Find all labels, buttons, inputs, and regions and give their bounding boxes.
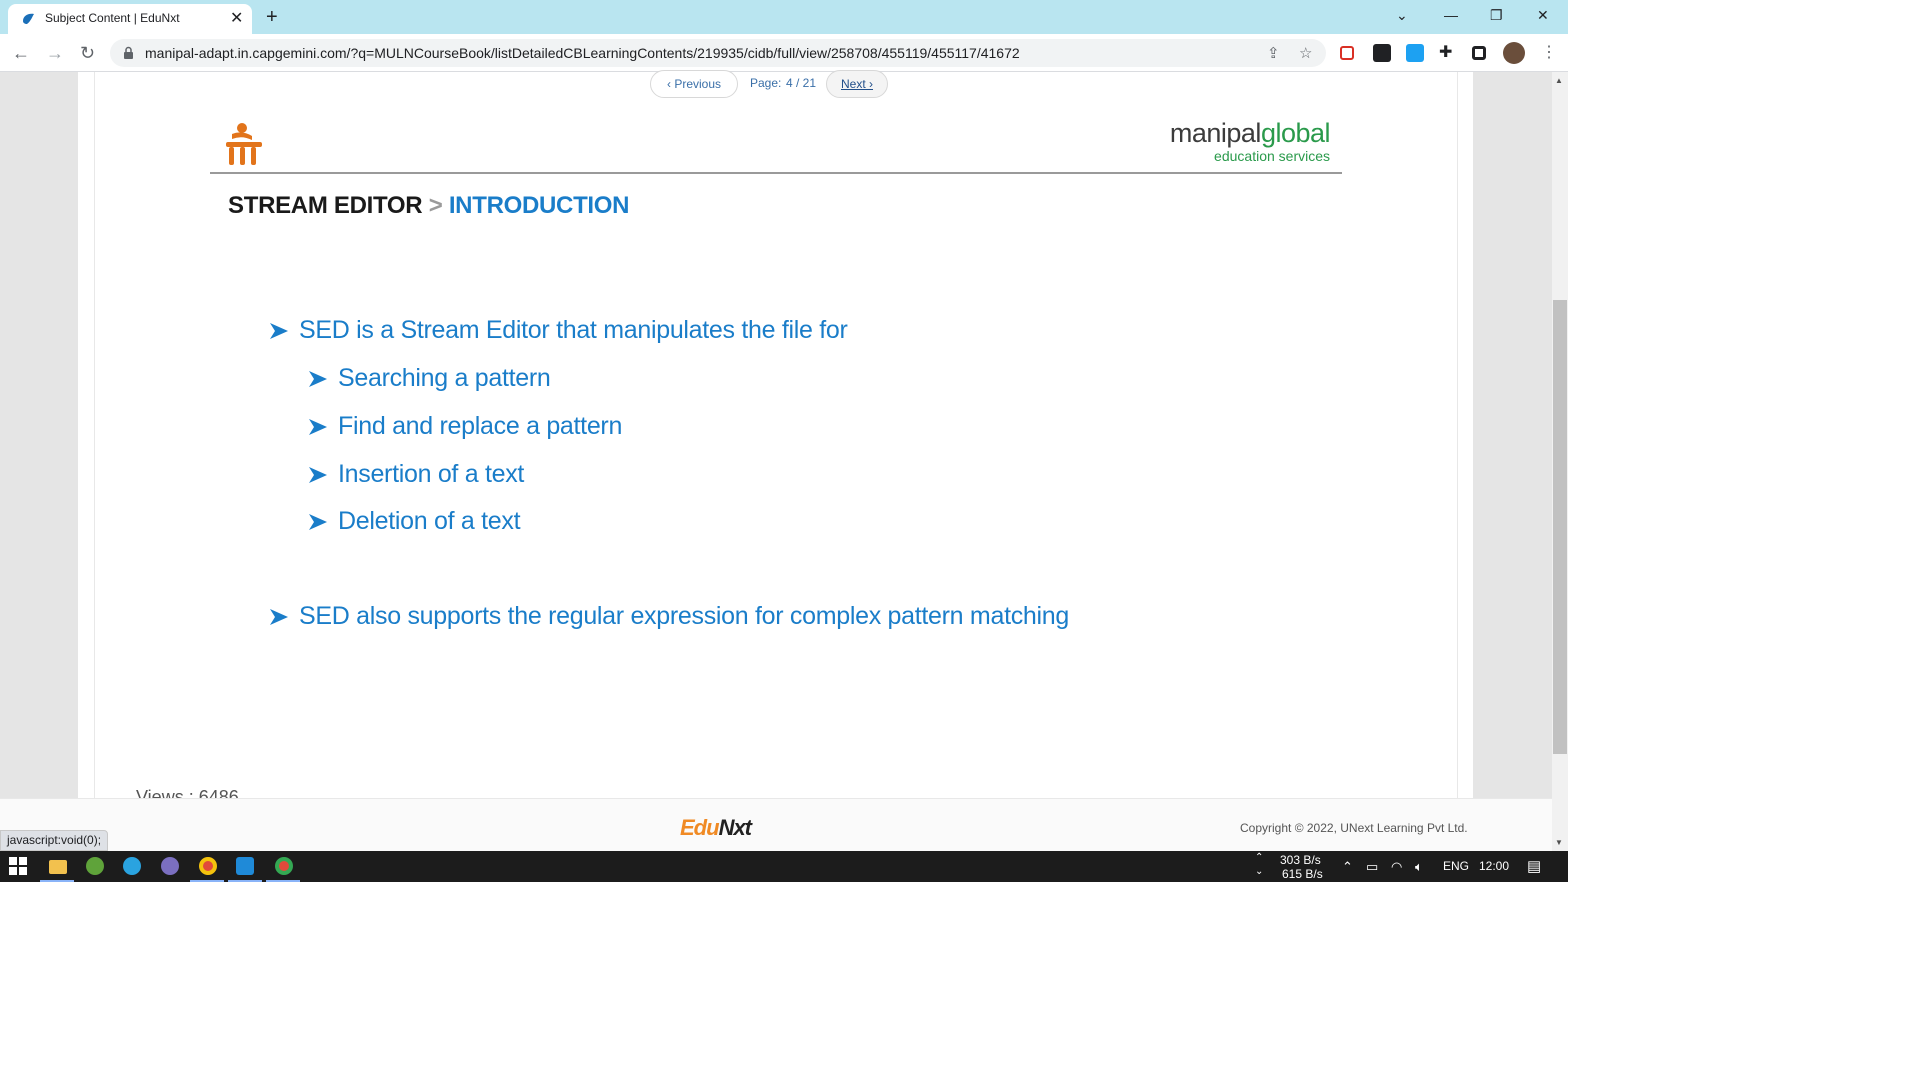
- clock[interactable]: 12:00: [1479, 859, 1509, 873]
- tray-up-chevron: ⌃: [1255, 852, 1264, 863]
- slide-heading: STREAM EDITOR > INTRODUCTION: [228, 192, 630, 220]
- window-close-icon[interactable]: ✕: [1537, 4, 1549, 26]
- plus-icon[interactable]: +: [266, 4, 278, 30]
- page-label: Page:: [750, 76, 782, 90]
- forward-icon[interactable]: →: [46, 42, 64, 64]
- status-bubble: javascript:void(0);: [0, 830, 109, 851]
- wifi-icon[interactable]: ◠: [1391, 859, 1402, 875]
- arrow-bullet-icon: [309, 371, 327, 387]
- scrollbar-thumb[interactable]: [1553, 300, 1567, 754]
- active-indicator: [40, 880, 74, 882]
- bullet-item: SED is a Stream Editor that manipulates …: [299, 316, 848, 344]
- scroll-down-icon[interactable]: ▼: [1555, 838, 1563, 847]
- volume-icon[interactable]: 🔈︎: [1415, 859, 1423, 875]
- chevron-down-icon[interactable]: ⌄: [1396, 4, 1408, 26]
- chevron-up-icon[interactable]: ⌃: [1342, 859, 1353, 875]
- taskbar: ⌃ ⌄ 303 B/s 615 B/s ⌃ ▭ ◠ 🔈︎ ENG 12:00 ▤: [0, 851, 1568, 882]
- s-extension-icon[interactable]: [1406, 44, 1424, 62]
- net-upload: 303 B/s: [1280, 853, 1321, 867]
- heading-subtopic: INTRODUCTION: [448, 192, 630, 219]
- app-icon[interactable]: [86, 857, 104, 875]
- sidebar-icon[interactable]: [1472, 46, 1486, 60]
- tray-down-chevron: ⌄: [1255, 866, 1264, 877]
- arrow-bullet-icon: [309, 467, 327, 483]
- minimize-icon[interactable]: —: [1444, 4, 1458, 26]
- views-count: Views : 6486: [136, 787, 239, 798]
- sub-bullet-item: Insertion of a text: [338, 460, 525, 488]
- active-indicator: [266, 880, 300, 882]
- address-bar[interactable]: manipal-adapt.in.capgemini.com/?q=MULNCo…: [110, 39, 1326, 67]
- telegram-icon[interactable]: [123, 857, 141, 875]
- arrow-bullet-icon: [270, 323, 288, 339]
- battery-icon[interactable]: ▭: [1366, 859, 1378, 875]
- logo-part-a: Edu: [680, 815, 720, 840]
- close-icon[interactable]: ✕: [230, 9, 243, 29]
- bullet-item: SED also supports the regular expression…: [299, 602, 1069, 630]
- brand-subtitle: education services: [1214, 148, 1330, 164]
- arrow-bullet-icon: [309, 419, 327, 435]
- edunxt-favicon: [23, 13, 34, 24]
- scroll-up-icon[interactable]: ▲: [1555, 76, 1563, 85]
- heading-separator: >: [428, 192, 443, 219]
- brand-main-b: global: [1260, 118, 1331, 148]
- arrow-bullet-icon: [270, 609, 288, 625]
- reload-icon[interactable]: ↻: [80, 42, 95, 64]
- page-indicator: 4 / 21: [786, 76, 817, 90]
- sub-bullet-item: Find and replace a pattern: [338, 412, 623, 440]
- app-icon[interactable]: [161, 857, 179, 875]
- next-button[interactable]: Next ›: [826, 70, 888, 98]
- avatar[interactable]: [1503, 42, 1525, 64]
- browser-tab-strip: Subject Content | EduNxt ✕ + ⌄ — ❐ ✕: [0, 0, 1568, 34]
- vscode-icon[interactable]: [236, 857, 254, 875]
- browser-toolbar: ← → ↻ manipal-adapt.in.capgemini.com/?q=…: [0, 34, 1568, 72]
- lock-icon: [124, 46, 133, 59]
- restore-icon[interactable]: ❐: [1490, 4, 1503, 26]
- extension-icon[interactable]: [1373, 44, 1391, 62]
- notification-icon[interactable]: ▤: [1527, 857, 1541, 875]
- windows-icon[interactable]: [9, 857, 27, 875]
- share-icon[interactable]: ⇪: [1267, 44, 1280, 62]
- language-indicator[interactable]: ENG: [1443, 859, 1469, 873]
- header-divider: [210, 172, 1342, 174]
- brand-main-a: manipal: [1169, 118, 1262, 148]
- back-icon[interactable]: ←: [12, 42, 30, 64]
- chrome-icon[interactable]: [199, 857, 217, 875]
- heading-topic: STREAM EDITOR: [228, 192, 423, 219]
- arrow-bullet-icon: [309, 514, 327, 530]
- browser-tab[interactable]: Subject Content | EduNxt ✕: [8, 4, 252, 34]
- net-download: 615 B/s: [1282, 867, 1323, 881]
- url-text: manipal-adapt.in.capgemini.com/?q=MULNCo…: [145, 45, 1020, 61]
- slide-frame: [94, 72, 1458, 798]
- copyright: Copyright © 2022, UNext Learning Pvt Ltd…: [1240, 821, 1468, 835]
- more-icon[interactable]: ⋮: [1541, 42, 1557, 64]
- sub-bullet-item: Deletion of a text: [338, 507, 521, 535]
- pocket-extension-icon[interactable]: [1340, 46, 1354, 60]
- tab-title: Subject Content | EduNxt: [45, 11, 180, 25]
- file-explorer-icon[interactable]: [49, 860, 67, 874]
- active-indicator: [190, 880, 224, 882]
- extensions-icon[interactable]: ✚: [1439, 42, 1457, 61]
- chrome-icon[interactable]: [275, 857, 293, 875]
- active-indicator: [228, 880, 262, 882]
- sub-bullet-item: Searching a pattern: [338, 364, 551, 392]
- logo-part-b: Nxt: [718, 815, 752, 840]
- edunxt-logo: EduNxt: [680, 815, 752, 841]
- manipal-global-brand: manipalglobal education services: [1120, 118, 1331, 164]
- manipal-logo: [226, 123, 262, 165]
- previous-button[interactable]: ‹ Previous: [650, 70, 738, 98]
- star-icon[interactable]: ☆: [1299, 44, 1312, 62]
